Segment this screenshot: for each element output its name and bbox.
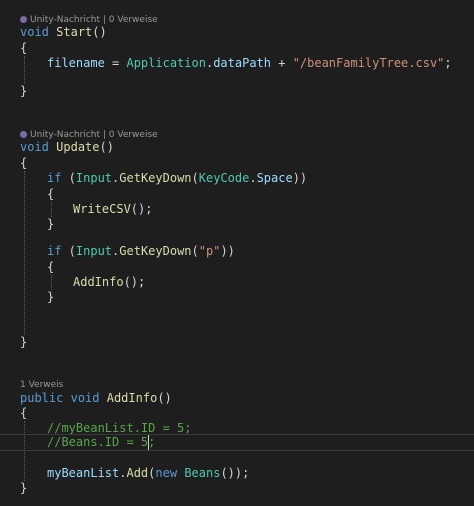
code-line: } xyxy=(20,84,27,99)
punctuation: . xyxy=(249,171,257,185)
code-line: } xyxy=(47,290,54,305)
code-line: AddInfo(); xyxy=(73,275,145,290)
code-line: //Beans.ID = 5; xyxy=(47,435,155,450)
code-line: } xyxy=(47,217,54,232)
method-name: WriteCSV xyxy=(73,202,131,216)
codelens-addinfo-text: 1 Verweis xyxy=(20,380,64,390)
code-line: myBeanList.Add(new Beans()); xyxy=(47,466,249,481)
keyword: void xyxy=(70,391,100,405)
code-line: public void AddInfo() xyxy=(20,391,172,406)
keyword: public xyxy=(20,391,64,405)
type-name: KeyCode xyxy=(198,171,250,185)
unity-message-icon xyxy=(20,131,27,138)
indent-guide xyxy=(24,56,25,84)
codelens-start-text: Unity-Nachricht | 0 Verweise xyxy=(30,15,158,25)
code-line: { xyxy=(20,156,27,171)
method-name: Update xyxy=(56,140,100,154)
keyword: if xyxy=(47,171,62,185)
brace-open: { xyxy=(20,156,28,170)
method-name: GetKeyDown xyxy=(119,244,192,258)
method-name: Start xyxy=(56,25,93,39)
punctuation: () xyxy=(157,391,172,405)
codelens-update-text: Unity-Nachricht | 0 Verweise xyxy=(30,130,158,140)
code-line: } xyxy=(20,335,27,350)
punctuation: (); xyxy=(130,202,153,216)
identifier: dataPath xyxy=(213,56,271,70)
indent-guide xyxy=(51,275,52,290)
comment: //Beans.ID = 5; xyxy=(47,435,156,449)
punctuation: ( xyxy=(61,244,76,258)
code-line: if (Input.GetKeyDown("p")) xyxy=(47,244,235,259)
string-literal: "/beanFamilyTree.csv" xyxy=(292,56,445,70)
type-name: Input xyxy=(75,244,113,258)
indent-guide xyxy=(24,421,25,481)
method-name: GetKeyDown xyxy=(119,171,192,185)
indent-guide xyxy=(51,202,52,217)
operator: = xyxy=(104,56,127,70)
keyword: new xyxy=(155,466,178,480)
code-line: void Update() xyxy=(20,140,114,155)
brace-open: { xyxy=(47,260,55,274)
brace-close: } xyxy=(20,335,28,349)
punctuation: () xyxy=(99,140,114,154)
code-line: void Start() xyxy=(20,25,107,40)
punctuation: )) xyxy=(220,244,235,258)
identifier: Space xyxy=(256,171,293,185)
brace-close: } xyxy=(20,84,28,98)
punctuation: () xyxy=(92,25,107,39)
codelens-addinfo[interactable]: 1 Verweis xyxy=(20,379,63,391)
brace-open: { xyxy=(20,41,28,55)
code-line: { xyxy=(47,260,54,275)
brace-open: { xyxy=(47,187,55,201)
operator: + xyxy=(271,56,293,70)
keyword: void xyxy=(20,25,49,39)
code-line: if (Input.GetKeyDown(KeyCode.Space)) xyxy=(47,171,307,186)
method-name: Add xyxy=(126,466,149,480)
code-line: { xyxy=(20,41,27,56)
identifier: filename xyxy=(47,56,105,70)
unity-message-icon xyxy=(20,16,27,23)
punctuation: ( xyxy=(191,244,199,258)
punctuation: )) xyxy=(292,171,308,185)
punctuation: (); xyxy=(123,275,146,289)
comment: //myBeanList.ID = 5; xyxy=(47,421,192,435)
code-line: filename = Application.dataPath + "/bean… xyxy=(47,56,452,71)
brace-close: } xyxy=(20,481,28,495)
code-line: { xyxy=(47,187,54,202)
text-cursor xyxy=(148,435,149,450)
code-editor[interactable]: Unity-Nachricht | 0 Verweise void Start(… xyxy=(0,0,474,506)
brace-close: } xyxy=(47,290,55,304)
indent-guide xyxy=(24,171,25,335)
code-line: WriteCSV(); xyxy=(73,202,152,217)
keyword: if xyxy=(47,244,62,258)
type-name: Application xyxy=(126,56,206,70)
string-literal: "p" xyxy=(198,244,221,258)
keyword: void xyxy=(20,140,49,154)
punctuation: ()); xyxy=(220,466,250,480)
brace-open: { xyxy=(20,406,28,420)
type-name: Input xyxy=(75,171,113,185)
type-name: Beans xyxy=(184,466,221,480)
code-line: } xyxy=(20,481,27,496)
brace-close: } xyxy=(47,217,55,231)
punctuation: ( xyxy=(191,171,199,185)
punctuation: ( xyxy=(61,171,76,185)
identifier: myBeanList xyxy=(47,466,120,480)
method-name: AddInfo xyxy=(73,275,124,289)
method-name: AddInfo xyxy=(106,391,158,405)
punctuation: ; xyxy=(444,56,452,70)
code-line: { xyxy=(20,406,27,421)
